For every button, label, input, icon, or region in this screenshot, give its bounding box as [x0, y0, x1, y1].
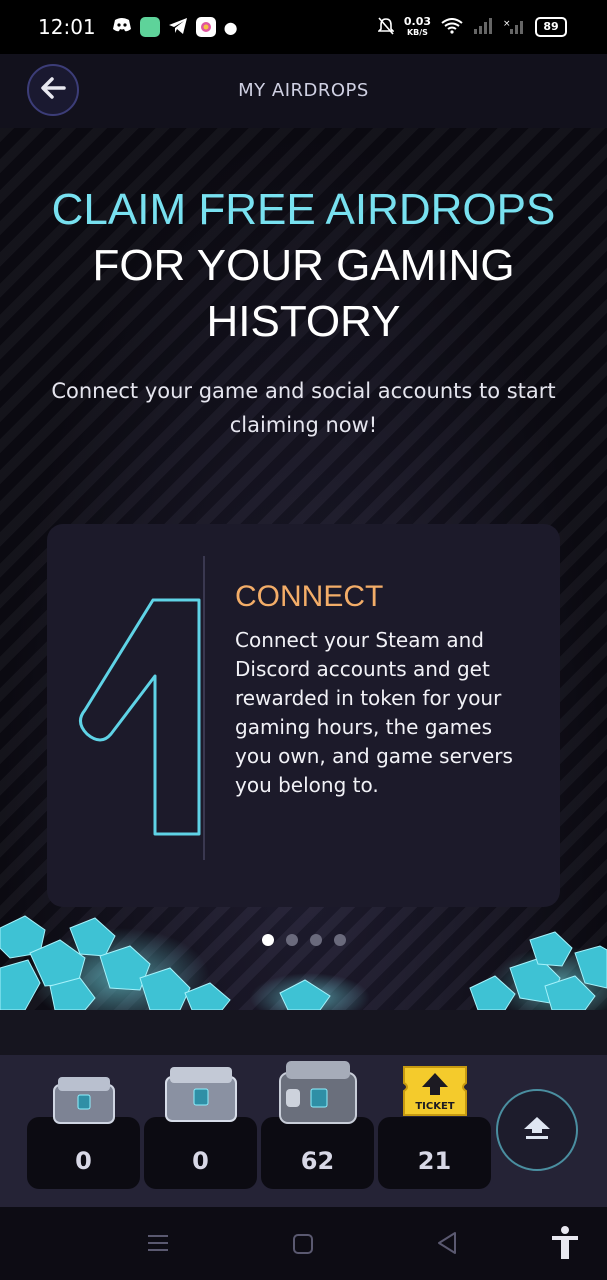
medium-crate-icon	[164, 1067, 237, 1122]
accessibility-icon[interactable]	[550, 1225, 580, 1265]
telegram-icon	[168, 17, 188, 37]
discord-icon	[112, 17, 132, 37]
pagination-dot-3[interactable]	[309, 934, 322, 946]
carousel-pagination	[0, 934, 607, 946]
home-icon[interactable]	[292, 1233, 314, 1259]
headline-line-2: FOR YOUR GAMING	[92, 241, 515, 290]
battery-icon: 89	[535, 17, 567, 37]
net-speed-value: 0.03	[403, 14, 431, 28]
hero-subtitle: Connect your game and social accounts to…	[51, 379, 556, 437]
wifi-icon	[441, 17, 463, 37]
card-divider	[203, 556, 205, 860]
headline-line-1: CLAIM FREE AIRDROPS	[51, 185, 556, 234]
inventory-tile-ticket[interactable]: TICKET 21	[378, 1066, 491, 1189]
net-speed-unit: KB/S	[406, 27, 428, 37]
photos-icon	[195, 17, 216, 37]
upgrade-arrow-icon	[522, 1115, 552, 1145]
pagination-dot-4[interactable]	[333, 934, 346, 946]
inventory-count: 0	[192, 1147, 209, 1175]
ticket-label: TICKET	[415, 1101, 454, 1112]
back-triangle-icon[interactable]	[436, 1231, 458, 1259]
small-crate-icon	[52, 1077, 115, 1124]
inventory-tile-large-crate[interactable]: 62	[261, 1061, 374, 1189]
signal-off-icon: ×	[503, 18, 525, 37]
signal-icon	[473, 17, 493, 37]
hero-section: CLAIM FREE AIRDROPS FOR YOUR GAMING HIST…	[0, 128, 607, 1010]
headline-line-3: HISTORY	[206, 297, 401, 346]
app-icon	[139, 17, 160, 37]
inventory-count: 62	[300, 1147, 335, 1175]
step-card[interactable]: CONNECT Connect your Steam and Discord a…	[47, 524, 560, 907]
dot-icon: ●	[223, 17, 238, 37]
inventory-count: 21	[417, 1147, 452, 1175]
menu-icon[interactable]	[146, 1233, 170, 1257]
step-number-one-graphic	[79, 598, 201, 836]
mute-icon	[376, 16, 395, 38]
inventory-tile-small-crate[interactable]: 0	[27, 1077, 140, 1189]
large-crate-icon	[278, 1061, 357, 1124]
card-body: Connect your Steam and Discord accounts …	[235, 628, 513, 797]
status-time: 12:01	[38, 15, 96, 39]
pagination-dot-2[interactable]	[285, 934, 298, 946]
headline: CLAIM FREE AIRDROPS FOR YOUR GAMING HIST…	[0, 182, 607, 350]
pagination-dot-1[interactable]	[261, 934, 274, 946]
app-header: MY AIRDROPS	[0, 54, 607, 128]
page-title: MY AIRDROPS	[238, 80, 369, 101]
net-speed: 0.03 KB/S	[403, 14, 431, 38]
svg-text:×: ×	[503, 19, 511, 29]
inventory-tray: 0 0 62 TICKET 21	[0, 1055, 607, 1207]
inventory-count: 0	[75, 1147, 92, 1175]
ticket-icon: TICKET	[402, 1066, 467, 1116]
card-title: CONNECT	[235, 580, 384, 613]
divider-strip	[0, 1010, 607, 1055]
upgrade-button[interactable]	[496, 1089, 578, 1171]
system-nav-bar	[0, 1207, 607, 1280]
status-bar: 12:01 ● 0.03 KB/S × 89	[0, 0, 607, 54]
inventory-tile-medium-crate[interactable]: 0	[144, 1067, 257, 1189]
